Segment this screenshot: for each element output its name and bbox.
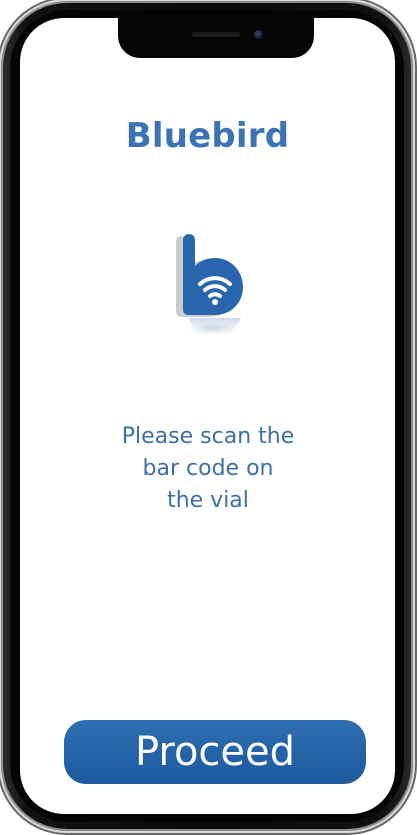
logo-graphic [176, 234, 245, 338]
app-title: Bluebird [125, 116, 290, 156]
speaker-grille [192, 32, 240, 37]
proceed-button[interactable]: Proceed [64, 720, 366, 784]
instruction-line: the vial [167, 488, 249, 513]
phone-screen: Bluebird Please scan the bar code on the… [20, 18, 395, 814]
instruction-line: Please scan the [121, 424, 295, 449]
power-button [411, 190, 417, 274]
front-camera-icon [254, 30, 263, 39]
notch [118, 18, 314, 58]
bird-wifi-logo-icon [163, 214, 263, 344]
instruction-line: bar code on [142, 456, 274, 481]
scan-instruction: Please scan the bar code on the vial [80, 421, 336, 517]
device-mockup: Bluebird Please scan the bar code on the… [0, 0, 417, 835]
